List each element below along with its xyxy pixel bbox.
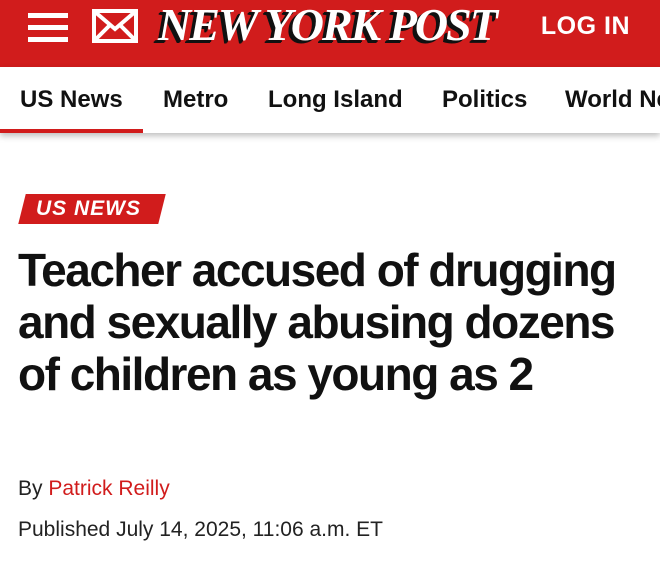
nav-item-long-island[interactable]: Long Island (268, 67, 403, 133)
section-tag[interactable]: US NEWS (36, 194, 141, 224)
byline: By Patrick Reilly (18, 477, 170, 501)
envelope-icon[interactable] (92, 9, 138, 43)
nav-item-us-news[interactable]: US News (0, 67, 143, 133)
nav-item-metro[interactable]: Metro (163, 67, 228, 133)
login-button[interactable]: LOG IN (541, 12, 630, 41)
section-nav: US News Metro Long Island Politics World… (0, 67, 660, 133)
author-link[interactable]: Patrick Reilly (48, 477, 169, 500)
article-headline: Teacher accused of drugging and sexually… (18, 244, 617, 400)
hamburger-menu-icon[interactable] (28, 11, 68, 43)
published-date: Published July 14, 2025, 11:06 a.m. ET (18, 518, 383, 541)
byline-prefix: By (18, 477, 43, 500)
nav-item-politics[interactable]: Politics (442, 67, 527, 133)
nav-item-world-news[interactable]: World News (565, 67, 660, 133)
site-logo[interactable]: NEW YORK POST (158, 0, 498, 50)
top-header-bar: NEW YORK POST LOG IN (0, 0, 660, 67)
